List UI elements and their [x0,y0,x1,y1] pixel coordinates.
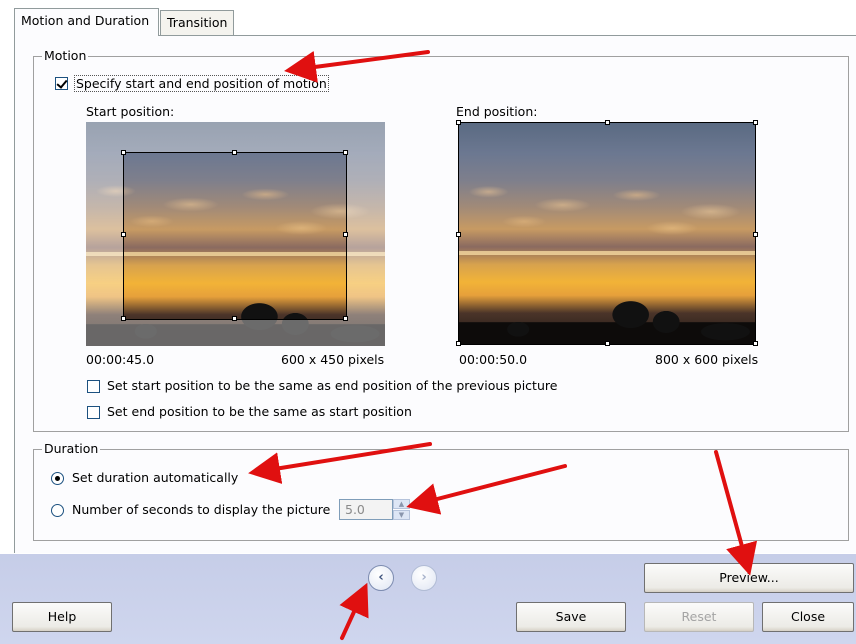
seconds-spinner-input[interactable]: 5.0 [339,499,393,520]
specify-motion-checkbox[interactable] [55,77,68,90]
crop-handle[interactable] [753,120,758,125]
crop-handle[interactable] [121,232,126,237]
duration-group-title: Duration [42,441,101,456]
tab-label: Motion and Duration [21,13,150,28]
preview-button[interactable]: Preview... [644,563,854,593]
motion-group-title: Motion [42,48,89,63]
motion-group: Motion Specify start and end position of… [33,48,849,432]
save-button[interactable]: Save [516,602,626,632]
crop-handle[interactable] [232,316,237,321]
crop-handle[interactable] [456,120,461,125]
reset-button[interactable]: Reset [644,602,754,632]
previous-picture-button[interactable]: ‹ [368,565,394,591]
end-size: 800 x 600 pixels [655,352,759,367]
tab-transition[interactable]: Transition [160,10,234,36]
start-time: 00:00:45.0 [86,352,155,367]
close-button-label: Close [790,609,826,624]
specify-motion-label[interactable]: Specify start and end position of motion [74,75,329,92]
end-position-image[interactable] [458,122,756,345]
tab-label: Transition [167,15,228,30]
preview-button-label: Preview... [719,570,779,585]
spinner-down-button[interactable]: ▼ [393,510,410,520]
chevron-right-icon: › [421,570,427,585]
help-button-label: Help [47,609,77,624]
duration-auto-label[interactable]: Set duration automatically [72,470,238,485]
same-as-previous-label[interactable]: Set start position to be the same as end… [107,378,557,393]
crop-handle[interactable] [605,341,610,346]
close-button[interactable]: Close [762,602,854,632]
next-picture-button[interactable]: › [411,565,437,591]
crop-handle[interactable] [343,316,348,321]
help-button[interactable]: Help [12,602,112,632]
reset-button-label: Reset [681,609,717,624]
start-crop-rectangle[interactable] [123,152,347,320]
same-as-previous-checkbox[interactable] [87,380,100,393]
start-size: 600 x 450 pixels [281,352,385,367]
duration-manual-label[interactable]: Number of seconds to display the picture [72,502,330,517]
tab-panel: Motion Specify start and end position of… [14,35,856,553]
save-button-label: Save [555,609,587,624]
crop-handle[interactable] [121,150,126,155]
crop-handle[interactable] [753,232,758,237]
spinner-up-button[interactable]: ▲ [393,499,410,509]
end-position-heading: End position: [456,104,538,119]
crop-handle[interactable] [605,120,610,125]
crop-handle[interactable] [343,150,348,155]
duration-manual-radio[interactable] [51,504,64,517]
crop-handle[interactable] [456,341,461,346]
end-time: 00:00:50.0 [459,352,528,367]
crop-handle[interactable] [232,150,237,155]
crop-handle[interactable] [343,232,348,237]
tab-motion-and-duration[interactable]: Motion and Duration [14,8,159,36]
chevron-left-icon: ‹ [378,570,384,585]
crop-handle[interactable] [456,232,461,237]
seconds-value: 5.0 [345,502,365,517]
start-position-heading: Start position: [86,104,175,119]
crop-handle[interactable] [121,316,126,321]
same-as-start-checkbox[interactable] [87,406,100,419]
duration-group: Duration Set duration automatically Numb… [33,441,849,541]
duration-auto-radio[interactable] [51,472,64,485]
same-as-start-label[interactable]: Set end position to be the same as start… [107,404,412,419]
crop-handle[interactable] [753,341,758,346]
